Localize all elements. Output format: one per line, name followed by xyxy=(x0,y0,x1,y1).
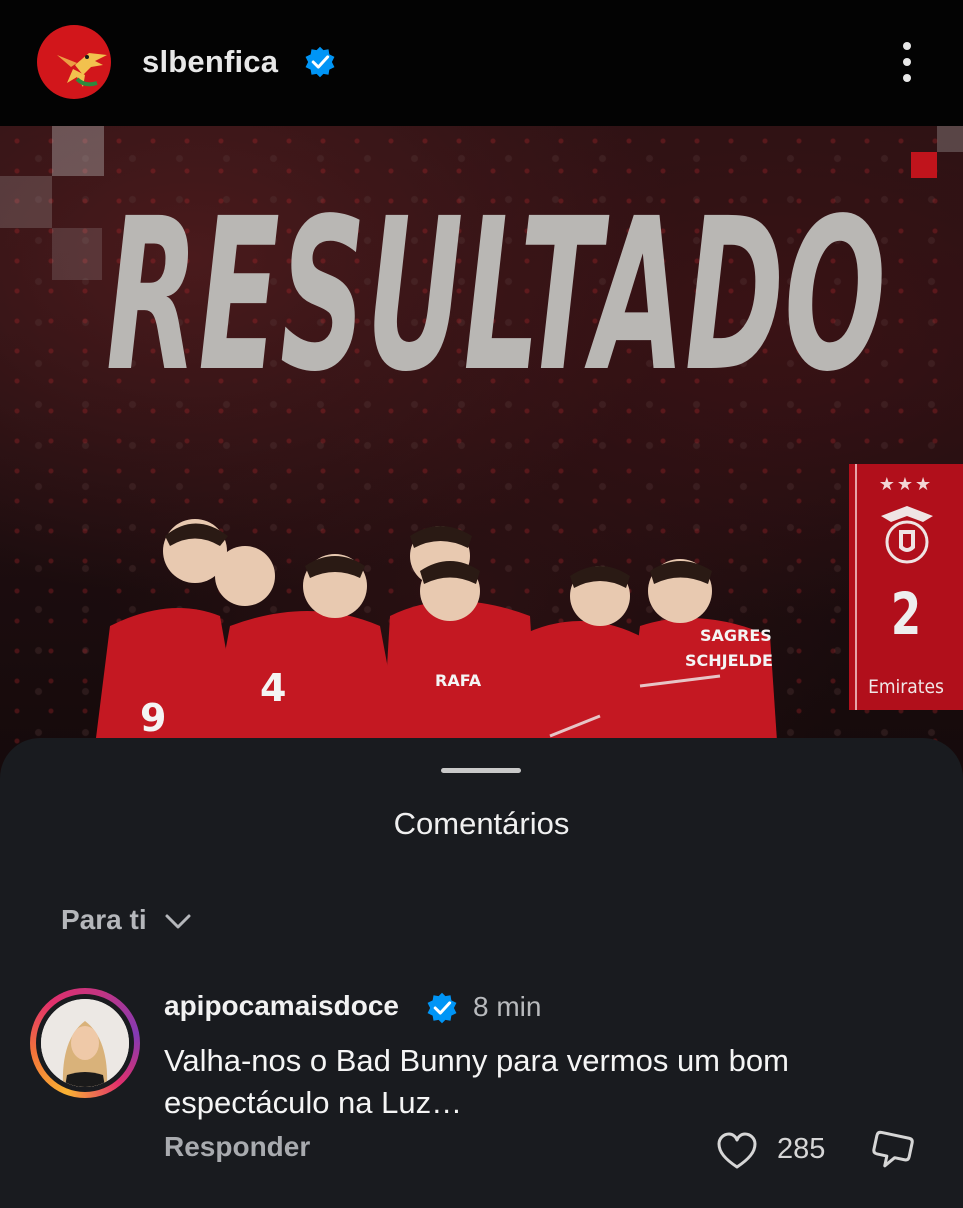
post-image[interactable]: RESULTADO 9 4 RAFA SCHJELDE SAGRES ★★★ 2… xyxy=(0,126,963,786)
comment-timestamp: 8 min xyxy=(473,991,542,1022)
benfica-crest-icon xyxy=(881,506,933,564)
badge-border-line xyxy=(855,464,857,710)
commenter-photo xyxy=(41,999,129,1087)
comment-text: Valha-nos o Bad Bunny para vermos um bom… xyxy=(164,1043,789,1120)
account-avatar[interactable] xyxy=(37,25,111,99)
svg-text:9: 9 xyxy=(140,696,166,740)
badge-score: 2 xyxy=(890,580,922,648)
more-options-icon[interactable] xyxy=(892,40,922,84)
comments-filter-button[interactable]: Para ti xyxy=(61,904,147,936)
reply-button[interactable]: Responder xyxy=(164,1131,310,1163)
eagle-logo-icon xyxy=(57,53,107,87)
verified-badge-icon xyxy=(427,992,457,1024)
svg-text:SAGRES: SAGRES xyxy=(700,626,772,645)
chevron-down-icon[interactable] xyxy=(163,912,193,932)
reply-bubble-icon[interactable] xyxy=(870,1129,914,1173)
account-username[interactable]: slbenfica xyxy=(142,44,278,80)
badge-stars: ★★★ xyxy=(878,474,934,494)
sheet-drag-handle[interactable] xyxy=(441,768,521,773)
badge-sponsor: Emirates xyxy=(868,676,944,698)
comments-sheet: Comentários Para ti apipocamaisdoce 8 mi… xyxy=(0,738,963,1208)
decor-square xyxy=(52,228,102,280)
sheet-title: Comentários xyxy=(393,806,570,841)
heart-icon[interactable] xyxy=(715,1131,759,1171)
headline-text: RESULTADO xyxy=(106,178,886,408)
post-header: slbenfica xyxy=(0,0,963,126)
svg-text:RAFA: RAFA xyxy=(435,671,482,690)
svg-text:SCHJELDE: SCHJELDE xyxy=(685,651,773,670)
commenter-username[interactable]: apipocamaisdoce xyxy=(164,990,399,1022)
decor-square xyxy=(0,176,52,228)
decor-square xyxy=(937,126,963,152)
decor-square xyxy=(911,152,937,178)
commenter-avatar[interactable] xyxy=(30,988,140,1098)
decor-square xyxy=(52,126,104,176)
svg-text:RESULTADO: RESULTADO xyxy=(106,178,886,408)
svg-text:4: 4 xyxy=(260,666,286,710)
verified-badge-icon xyxy=(305,46,335,78)
score-badge: ★★★ 2 Emirates xyxy=(849,464,963,710)
person-portrait-icon xyxy=(41,999,129,1087)
like-count: 285 xyxy=(777,1133,826,1165)
